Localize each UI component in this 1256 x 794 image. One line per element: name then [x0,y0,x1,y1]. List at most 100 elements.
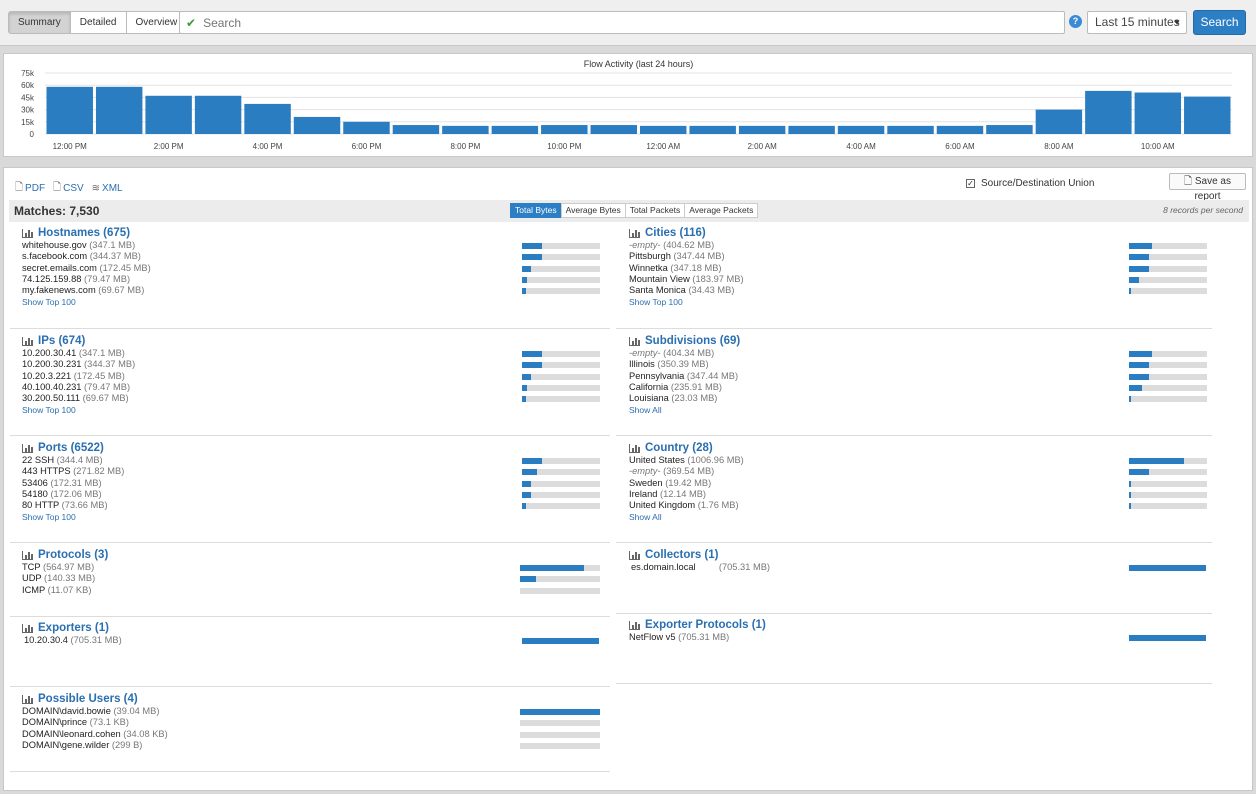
list-item[interactable]: DOMAIN\leonard.cohen (34.08 KB) [22,729,604,740]
list-item[interactable]: es.domain.local (705.31 MB) [629,562,1210,573]
list-item[interactable]: 10.20.30.4 (705.31 MB) [22,635,603,646]
item-value: (140.33 MB) [41,573,96,584]
section-title[interactable]: IPs (674) [38,335,85,347]
section-title[interactable]: Exporter Protocols (1) [645,619,766,631]
list-item[interactable]: -empty- (404.62 MB) [629,240,1211,251]
union-checkbox[interactable]: ✓ [966,179,975,188]
section-header[interactable]: Cities (116) [629,226,1211,240]
show-more-link[interactable]: Show Top 100 [22,512,604,522]
section-title[interactable]: Cities (116) [645,227,706,239]
list-item[interactable]: 74.125.159.88 (79.47 MB) [22,274,604,285]
list-item[interactable]: -empty- (369.54 MB) [629,466,1211,477]
save-report-button[interactable]: 🗋 Save as report [1169,173,1246,202]
section-header[interactable]: Exporters (1) [22,621,603,635]
list-item[interactable]: NetFlow v5 (705.31 MB) [629,632,1210,643]
section-header[interactable]: Exporter Protocols (1) [629,618,1210,632]
list-item[interactable]: United States (1006.96 MB) [629,455,1211,466]
list-item[interactable]: TCP (564.97 MB) [22,562,604,573]
section-hostnames: Hostnames (675) whitehouse.gov (347.1 MB)… [22,226,604,307]
export-xml-link[interactable]: ≋ XML [92,180,123,197]
flow-bar [442,125,489,134]
flow-bar [1035,109,1083,134]
list-item[interactable]: ICMP (11.07 KB) [22,585,604,596]
section-header[interactable]: Collectors (1) [629,548,1210,562]
tab-detailed[interactable]: Detailed [69,11,127,34]
tab-total-bytes[interactable]: Total Bytes [510,203,562,218]
list-item[interactable]: -empty- (404.34 MB) [629,348,1211,359]
section-header[interactable]: Country (28) [629,441,1211,455]
usage-bar [522,373,600,380]
list-item[interactable]: Sweden (19.42 MB) [629,478,1211,489]
search-box[interactable]: ✔ [179,11,1065,34]
list-item[interactable]: DOMAIN\gene.wilder (299 B) [22,740,604,751]
export-csv-link[interactable]: 🗋 CSV [53,180,84,197]
list-item[interactable]: Louisiana (23.03 MB) [629,393,1211,404]
time-range-select[interactable]: Last 15 minutes ▼ [1087,11,1187,34]
usage-bar [520,742,600,749]
list-item[interactable]: UDP (140.33 MB) [22,573,604,584]
list-item[interactable]: Pennsylvania (347.44 MB) [629,371,1211,382]
list-item[interactable]: 10.20.3.221 (172.45 MB) [22,371,604,382]
bar-chart-icon [22,694,33,704]
section-header[interactable]: Subdivisions (69) [629,334,1211,348]
list-item[interactable]: whitehouse.gov (347.1 MB) [22,240,604,251]
section-title[interactable]: Collectors (1) [645,549,719,561]
list-item[interactable]: Mountain View (183.97 MB) [629,274,1211,285]
tab-overview[interactable]: Overview [125,11,188,34]
item-value: (705.31 MB) [67,635,122,645]
x-tick-label: 8:00 AM [1044,142,1074,151]
section-header[interactable]: Protocols (3) [22,548,604,562]
list-item[interactable]: 40.100.40.231 (79.47 MB) [22,382,604,393]
section-title[interactable]: Ports (6522) [38,442,104,454]
list-item[interactable]: s.facebook.com (344.37 MB) [22,251,604,262]
show-more-link[interactable]: Show Top 100 [22,297,604,307]
list-item[interactable]: Pittsburgh (347.44 MB) [629,251,1211,262]
tab-total-packets[interactable]: Total Packets [624,203,686,218]
list-item[interactable]: secret.emails.com (172.45 MB) [22,263,604,274]
union-toggle[interactable]: ✓ Source/Destination Union [966,178,1094,189]
tab-summary[interactable]: Summary [8,11,71,34]
list-item[interactable]: United Kingdom (1.76 MB) [629,500,1211,511]
item-value: (79.47 MB) [81,273,131,284]
search-button[interactable]: Search [1193,10,1246,35]
list-item[interactable]: 22 SSH (344.4 MB) [22,455,604,466]
list-item[interactable]: 53406 (172.31 MB) [22,478,604,489]
usage-bar-fill [522,288,526,295]
list-item[interactable]: my.fakenews.com (69.67 MB) [22,285,604,296]
section-header[interactable]: Hostnames (675) [22,226,604,240]
item-value: (347.44 MB) [684,370,739,381]
section-header[interactable]: Possible Users (4) [22,692,604,706]
search-input[interactable] [201,12,1064,33]
section-title[interactable]: Possible Users (4) [38,693,138,705]
section-header[interactable]: IPs (674) [22,334,604,348]
show-more-link[interactable]: Show Top 100 [22,405,604,415]
list-item[interactable]: 10.200.30.41 (347.1 MB) [22,348,604,359]
tab-average-packets[interactable]: Average Packets [684,203,759,218]
list-item[interactable]: 443 HTTPS (271.82 MB) [22,466,604,477]
list-item[interactable]: DOMAIN\david.bowie (39.04 MB) [22,706,604,717]
list-item[interactable]: Santa Monica (34.43 MB) [629,285,1211,296]
tab-average-bytes[interactable]: Average Bytes [560,203,626,218]
section-divider [10,435,610,436]
section-title[interactable]: Subdivisions (69) [645,335,740,347]
list-item[interactable]: Ireland (12.14 MB) [629,489,1211,500]
list-item[interactable]: California (235.91 MB) [629,382,1211,393]
list-item[interactable]: 80 HTTP (73.66 MB) [22,500,604,511]
list-item[interactable]: 54180 (172.06 MB) [22,489,604,500]
show-more-link[interactable]: Show All [629,512,1211,522]
show-more-link[interactable]: Show Top 100 [629,297,1211,307]
export-pdf-link[interactable]: 🗋 PDF [15,180,45,197]
list-item[interactable]: DOMAIN\prince (73.1 KB) [22,717,604,728]
help-icon[interactable]: ? [1069,15,1082,28]
list-item[interactable]: 30.200.50.111 (69.67 MB) [22,393,604,404]
list-item[interactable]: 10.200.30.231 (344.37 MB) [22,359,604,370]
usage-bar [1129,362,1207,369]
list-item[interactable]: Illinois (350.39 MB) [629,359,1211,370]
section-title[interactable]: Country (28) [645,442,713,454]
section-header[interactable]: Ports (6522) [22,441,604,455]
show-more-link[interactable]: Show All [629,405,1211,415]
section-title[interactable]: Protocols (3) [38,549,108,561]
section-title[interactable]: Exporters (1) [38,622,109,634]
list-item[interactable]: Winnetka (347.18 MB) [629,263,1211,274]
section-title[interactable]: Hostnames (675) [38,227,130,239]
